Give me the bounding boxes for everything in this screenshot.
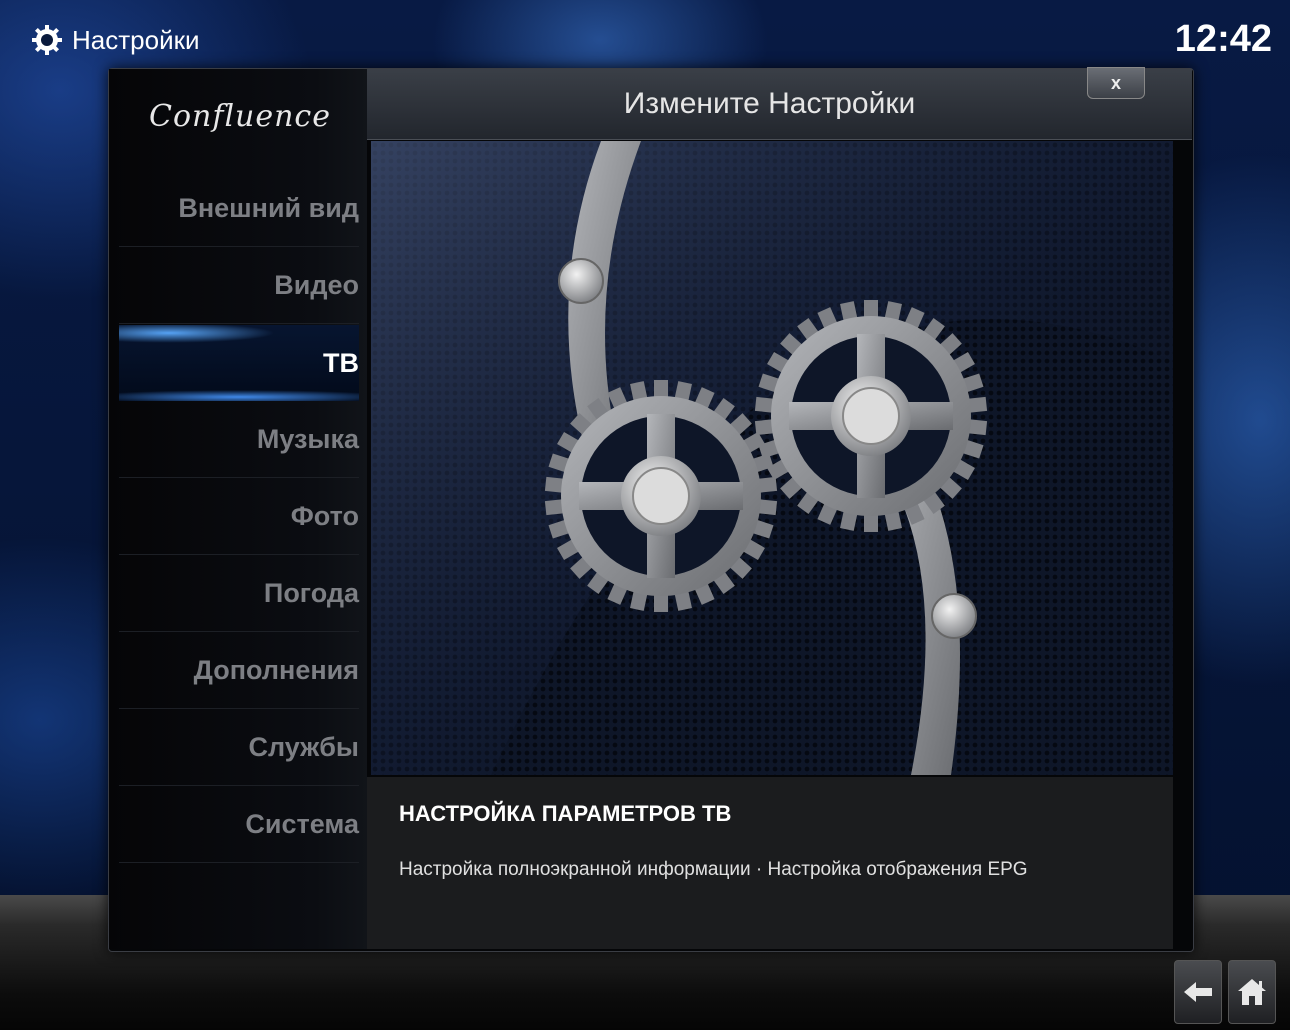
sidebar-item-label: Музыка	[256, 424, 359, 454]
home-button[interactable]	[1228, 960, 1276, 1024]
clock: 12:42	[1174, 18, 1272, 60]
back-button[interactable]	[1174, 960, 1222, 1024]
sidebar-item[interactable]: Видео	[119, 248, 359, 324]
close-button[interactable]: x	[1087, 67, 1145, 99]
topbar-title-text: Настройки	[72, 24, 200, 55]
info-title: НАСТРОЙКА ПАРАМЕТРОВ ТВ	[399, 801, 732, 826]
sidebar-item-label: ТВ	[323, 347, 359, 378]
sidebar-item-label: Службы	[248, 732, 359, 762]
sidebar-item-label: Видео	[274, 270, 359, 300]
gears-artwork-svg	[371, 141, 1173, 775]
sidebar-item[interactable]: Службы	[119, 710, 359, 786]
back-arrow-icon	[1184, 982, 1212, 1002]
gear-icon	[32, 25, 62, 55]
sidebar-item[interactable]: Фото	[119, 479, 359, 555]
sidebar-item-label: Фото	[290, 501, 359, 531]
sidebar-item-label: Внешний вид	[178, 193, 359, 223]
sidebar-item[interactable]: Дополнения	[119, 633, 359, 709]
confluence-logo: Confluence	[149, 99, 331, 134]
sidebar: Confluence Внешний вид Видео ТВ Музыка Фото П…	[109, 69, 367, 949]
sidebar-item[interactable]: Система	[119, 787, 359, 863]
dialog-title: Измените Настройки	[623, 87, 916, 120]
sidebar-item[interactable]: Музыка	[119, 402, 359, 478]
info-panel: НАСТРОЙКА ПАРАМЕТРОВ ТВ Настройка полноэ…	[367, 777, 1173, 949]
sidebar-item[interactable]: Погода	[119, 556, 359, 632]
topbar-title: Настройки	[32, 22, 200, 58]
sidebar-item-label: Погода	[263, 578, 359, 608]
info-description: Настройка полноэкранной информации · Нас…	[399, 859, 1028, 880]
sidebar-item-label: Система	[245, 809, 359, 839]
sidebar-item-label: Дополнения	[193, 655, 359, 685]
sidebar-item[interactable]: Внешний вид	[119, 171, 359, 247]
dialog-header: Измените Настройки	[367, 69, 1192, 140]
gears-artwork	[371, 141, 1173, 775]
home-icon	[1238, 979, 1266, 1005]
sidebar-item[interactable]: ТВ	[119, 325, 359, 401]
settings-dialog: Confluence Внешний вид Видео ТВ Музыка Фото П…	[108, 67, 1194, 952]
